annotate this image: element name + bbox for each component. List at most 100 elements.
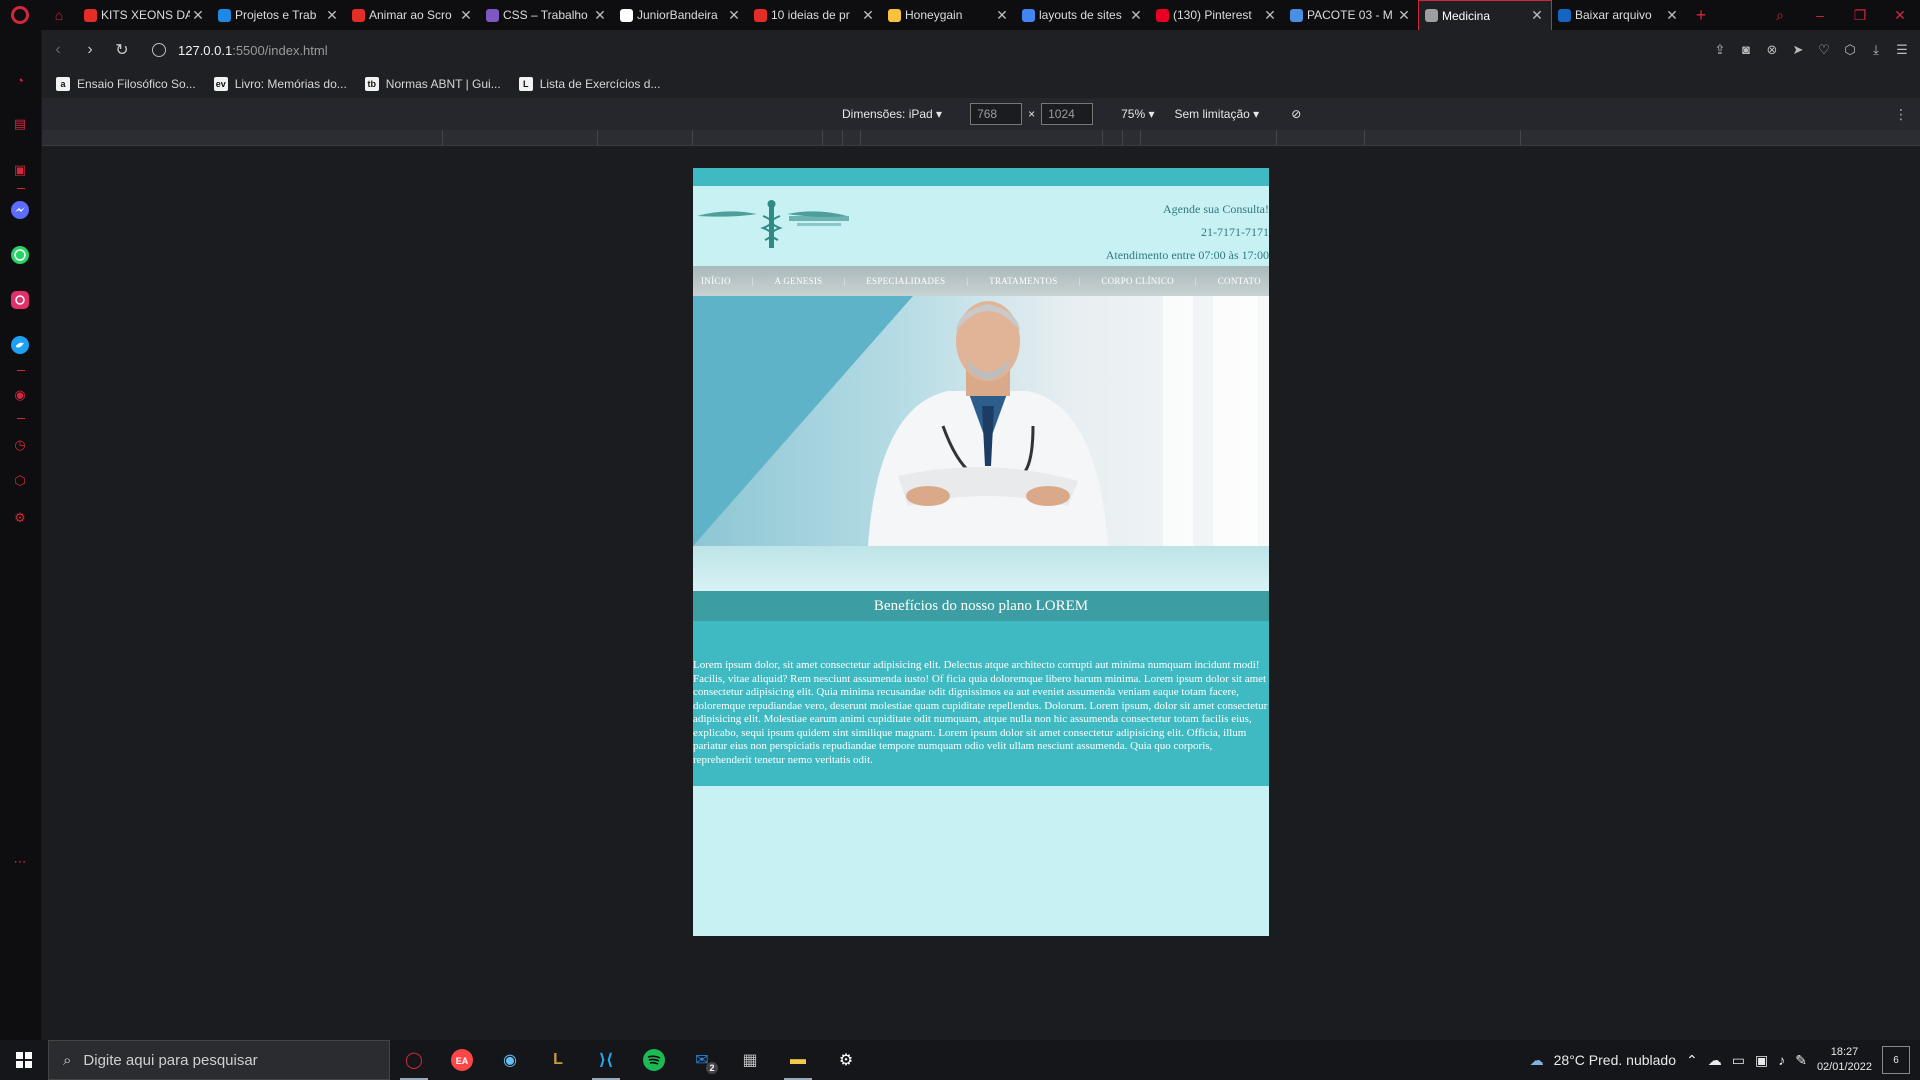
bookmark-item[interactable]: a Ensaio Filosófico So...	[56, 77, 196, 91]
nav-link[interactable]: ESPECIALIDADES	[866, 276, 945, 286]
search-tabs-icon[interactable]: ⌕	[1760, 7, 1800, 24]
close-tab-icon[interactable]: ✕	[1664, 7, 1680, 24]
forward-icon[interactable]: ›	[74, 41, 106, 59]
browser-tab[interactable]: 10 ideias de pr ✕	[748, 0, 882, 30]
instagram-icon[interactable]	[10, 290, 30, 310]
url-path: :5500/index.html	[232, 42, 328, 58]
nav-link[interactable]: CORPO CLÍNICO	[1101, 276, 1174, 286]
browser-tab[interactable]: CSS – Trabalho ✕	[480, 0, 614, 30]
rotate-icon[interactable]: ⊘	[1291, 107, 1301, 121]
throttle-select[interactable]: Sem limitação ▾	[1174, 107, 1259, 121]
browser-tab[interactable]: Projetos e Trab ✕	[212, 0, 346, 30]
nav-link[interactable]: A GENESIS	[775, 276, 823, 286]
weather-text[interactable]: 28°C Pred. nublado	[1554, 1052, 1676, 1068]
minimize-icon[interactable]: –	[1800, 7, 1840, 23]
bookmark-item[interactable]: tb Normas ABNT | Gui...	[364, 77, 501, 91]
close-tab-icon[interactable]: ✕	[726, 7, 742, 24]
taskbar-opera-gx-icon[interactable]: ◯	[390, 1040, 438, 1080]
bookmark-item[interactable]: L Lista de Exercícios d...	[518, 77, 660, 91]
clock[interactable]: 18:27 02/01/2022	[1817, 1045, 1872, 1075]
taskbar-vscode-icon[interactable]: ⟩⟨	[582, 1040, 630, 1080]
restore-icon[interactable]: ❐	[1840, 7, 1880, 24]
browser-tab[interactable]: Honeygain ✕	[882, 0, 1016, 30]
browser-tab[interactable]: layouts de sites ✕	[1016, 0, 1150, 30]
heart-icon[interactable]: ♡	[1816, 42, 1832, 58]
browser-tab[interactable]: KITS XEONS DA ✕	[78, 0, 212, 30]
browser-tab[interactable]: Animar ao Scro ✕	[346, 0, 480, 30]
hospital-logo-icon[interactable]	[697, 196, 877, 251]
viewport-width-input[interactable]	[970, 103, 1023, 125]
close-tab-icon[interactable]: ✕	[1396, 7, 1412, 24]
site-info-icon[interactable]	[152, 43, 166, 57]
close-tab-icon[interactable]: ✕	[1128, 7, 1144, 24]
easy-setup-icon[interactable]: ☰	[1894, 42, 1910, 58]
network-icon[interactable]: ▣	[1755, 1052, 1768, 1069]
taskbar-mail-icon[interactable]: ✉ 2	[678, 1040, 726, 1080]
close-window-icon[interactable]: ✕	[1880, 7, 1920, 24]
browser-tab[interactable]: (130) Pinterest ✕	[1150, 0, 1284, 30]
more-dots-icon[interactable]: ⋯	[10, 852, 30, 872]
messenger-icon[interactable]	[10, 200, 30, 220]
taskbar-spotify-icon[interactable]	[630, 1040, 678, 1080]
more-options-icon[interactable]: ⋮	[1894, 106, 1908, 123]
close-tab-icon[interactable]: ✕	[1262, 7, 1278, 24]
cube-icon[interactable]: ⬡	[1842, 42, 1858, 58]
download-icon[interactable]: ⤓	[1868, 42, 1884, 58]
reload-icon[interactable]: ↻	[106, 40, 138, 60]
player-icon[interactable]: ◉	[10, 385, 30, 405]
share-icon[interactable]: ⇪	[1712, 42, 1728, 58]
tab-title: Honeygain	[905, 8, 963, 22]
history-icon[interactable]: ◷	[10, 435, 30, 455]
mail-badge: 2	[706, 1062, 718, 1074]
settings-gear-icon[interactable]: ⚙	[10, 508, 30, 528]
volume-icon[interactable]: ♪	[1778, 1052, 1785, 1068]
twitter-icon[interactable]	[10, 335, 30, 355]
browser-tab[interactable]: Medicina ✕	[1418, 0, 1552, 30]
close-tab-icon[interactable]: ✕	[324, 7, 340, 24]
onedrive-icon[interactable]: ☁	[1708, 1052, 1722, 1069]
shopping-bag-icon[interactable]: ▤	[10, 114, 30, 134]
opera-menu-button[interactable]	[0, 0, 40, 30]
notifications-button[interactable]: 6	[1882, 1046, 1910, 1074]
taskbar-file-explorer-icon[interactable]: ▬	[774, 1040, 822, 1080]
close-tab-icon[interactable]: ✕	[458, 7, 474, 24]
speed-dial-icon[interactable]: ◔	[10, 70, 30, 90]
taskbar-settings-icon[interactable]: ⚙	[822, 1040, 870, 1080]
nav-link[interactable]: TRATAMENTOS	[989, 276, 1057, 286]
close-tab-icon[interactable]: ✕	[994, 7, 1010, 24]
bookmark-item[interactable]: ev Livro: Memórias do...	[213, 77, 347, 91]
device-dimensions-select[interactable]: Dimensões: iPad ▾	[842, 107, 942, 121]
url-field[interactable]: 127.0.0.1:5500/index.html	[152, 43, 328, 58]
snapshot-icon[interactable]: ◙	[1738, 42, 1754, 58]
meet-now-icon[interactable]: ▭	[1732, 1052, 1745, 1069]
browser-tab[interactable]: Baixar arquivo ✕	[1552, 0, 1686, 30]
close-tab-icon[interactable]: ✕	[592, 7, 608, 24]
whatsapp-icon[interactable]	[10, 245, 30, 265]
zoom-select[interactable]: 75% ▾	[1121, 107, 1154, 121]
nav-link[interactable]: CONTATO	[1218, 276, 1261, 286]
back-icon[interactable]: ‹	[42, 41, 74, 59]
gx-corner-icon[interactable]: ⌂	[40, 0, 78, 30]
adblock-icon[interactable]: ⊗	[1764, 42, 1780, 58]
start-button[interactable]	[0, 1040, 48, 1080]
extensions-cube-icon[interactable]: ⬡	[10, 471, 30, 491]
weather-cloud-icon[interactable]: ☁	[1530, 1052, 1544, 1069]
contact-phone[interactable]: 21-7171-7171	[1106, 221, 1269, 244]
twitch-icon[interactable]: ▣	[10, 160, 30, 180]
tray-chevron-icon[interactable]: ⌃	[1686, 1052, 1698, 1069]
viewport-height-input[interactable]	[1041, 103, 1094, 125]
taskbar-ea-icon[interactable]: EA	[438, 1040, 486, 1080]
taskbar-league-icon[interactable]: L	[534, 1040, 582, 1080]
nav-link[interactable]: INÍCIO	[701, 276, 731, 286]
taskbar-app-icon[interactable]: ▦	[726, 1040, 774, 1080]
send-icon[interactable]: ➤	[1790, 42, 1806, 58]
browser-tab[interactable]: PACOTE 03 - M ✕	[1284, 0, 1418, 30]
browser-tab[interactable]: JuniorBandeira ✕	[614, 0, 748, 30]
taskbar-search[interactable]: ⌕ Digite aqui para pesquisar	[48, 1040, 390, 1080]
close-tab-icon[interactable]: ✕	[860, 7, 876, 24]
new-tab-button[interactable]: +	[1686, 5, 1716, 26]
pen-icon[interactable]: ✎	[1795, 1052, 1807, 1069]
close-tab-icon[interactable]: ✕	[1529, 7, 1545, 24]
close-tab-icon[interactable]: ✕	[190, 7, 206, 24]
taskbar-steam-icon[interactable]: ◉	[486, 1040, 534, 1080]
